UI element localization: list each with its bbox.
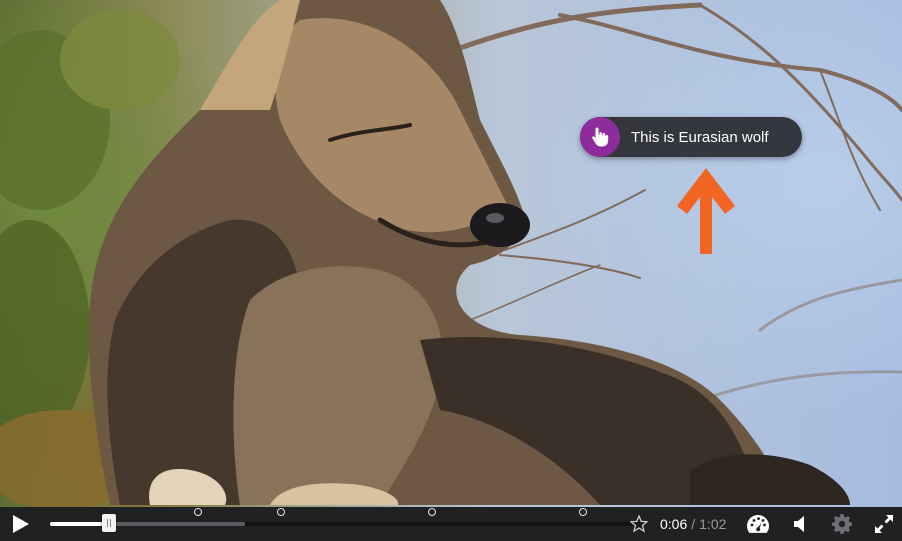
video-frame[interactable] [0, 0, 902, 507]
current-time: 0:06 [660, 516, 688, 532]
hotspot-tooltip[interactable]: This is Eurasian wolf [580, 117, 802, 157]
star-icon [630, 515, 648, 533]
control-bar: 0:06 / 1:02 [0, 507, 902, 541]
interaction-marker[interactable] [194, 508, 202, 516]
settings-button[interactable] [829, 507, 855, 541]
seek-handle[interactable] [102, 514, 117, 532]
end-marker[interactable] [629, 507, 649, 541]
volume-button[interactable] [789, 507, 813, 541]
hotspot-badge[interactable] [580, 117, 620, 157]
play-icon [13, 515, 29, 533]
interaction-marker[interactable] [578, 508, 587, 516]
fullscreen-button[interactable] [871, 507, 897, 541]
play-button[interactable] [6, 507, 34, 541]
speedometer-icon [747, 515, 769, 533]
playback-speed-button[interactable] [744, 507, 772, 541]
arrow-up-icon [677, 168, 735, 254]
gear-icon [832, 514, 852, 534]
interaction-marker[interactable] [276, 508, 285, 516]
volume-icon [794, 516, 804, 532]
progress-timeline[interactable] [50, 508, 642, 532]
time-display: 0:06 / 1:02 [660, 507, 726, 541]
hand-pointer-icon [592, 127, 609, 147]
played-bar [50, 522, 110, 526]
wolf-scene-image [0, 0, 902, 507]
total-time: 1:02 [699, 516, 727, 532]
fullscreen-icon [875, 515, 893, 533]
time-separator: / [691, 516, 696, 532]
hotspot-label: This is Eurasian wolf [631, 128, 769, 146]
video-player: This is Eurasian wolf 0:06 / 1:02 [0, 0, 902, 541]
interaction-marker[interactable] [427, 508, 436, 516]
